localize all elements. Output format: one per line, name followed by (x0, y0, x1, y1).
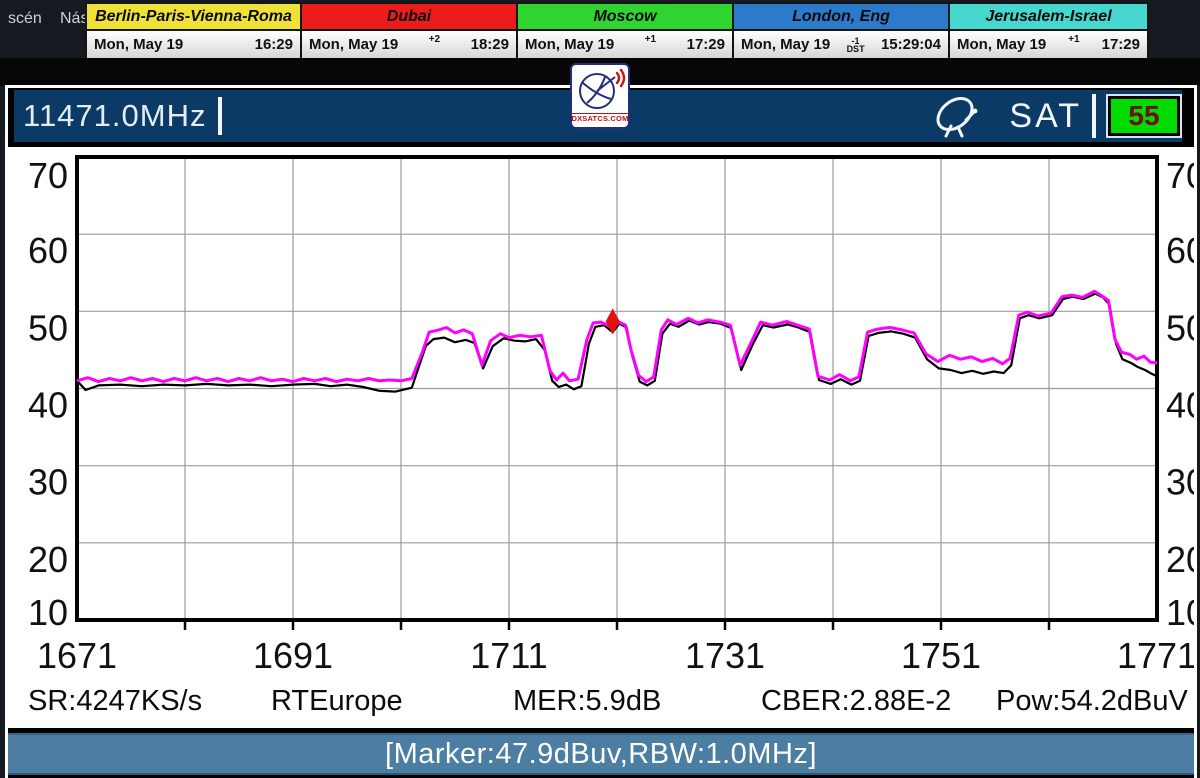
clock-date: Mon, May 19 (309, 36, 398, 53)
clock-offset: +1 (645, 34, 656, 45)
svg-text:1751: 1751 (901, 635, 981, 676)
clock-panel-berlin: Berlin-Paris-Vienna-Roma Mon, May 19 16:… (87, 4, 302, 58)
clock-dst-indicator: -1 DST (847, 37, 865, 53)
svg-text:70: 70 (28, 155, 68, 196)
clock-dst-label: DST (847, 45, 865, 53)
clock-time: 18:29 (471, 36, 509, 53)
svg-text:50: 50 (1166, 307, 1194, 348)
clock-time: 17:29 (1102, 36, 1140, 53)
svg-text:10: 10 (28, 592, 68, 633)
clock-date: Mon, May 19 (94, 36, 183, 53)
signal-strength-badge: 55 (1108, 96, 1180, 136)
clock-city-label: Moscow (518, 4, 732, 31)
spectrum-plot[interactable]: 7070606050504040303020201010167116911711… (8, 147, 1194, 728)
logo-text: DXSATCS.COM (571, 113, 628, 123)
spectrum-analyzer-screen: scén Nás Berlin-Paris-Vienna-Roma Mon, M… (0, 0, 1200, 778)
svg-text:40: 40 (1166, 385, 1194, 426)
svg-text:70: 70 (1166, 155, 1194, 196)
clock-time-row: Mon, May 19 +1 17:29 (518, 31, 732, 58)
status-cber: CBER:2.88E-2 (761, 685, 951, 718)
clock-city-label: Berlin-Paris-Vienna-Roma (87, 4, 300, 31)
svg-text:20: 20 (28, 539, 68, 580)
svg-text:1771: 1771 (1117, 635, 1194, 676)
clock-offset: +1 (1068, 34, 1079, 45)
marker-readout: [Marker:47.9dBuv,RBW:1.0MHz] (385, 738, 817, 771)
analyzer-panel: 11471.0MHz SAT 55 70 70 60 60 50 50 40 (5, 85, 1197, 778)
header-separator (1092, 94, 1096, 138)
clock-time: 16:29 (255, 36, 293, 53)
clock-time-row: Mon, May 19 16:29 (87, 31, 300, 58)
clock-date: Mon, May 19 (525, 36, 614, 53)
svg-text:60: 60 (28, 230, 68, 271)
svg-text:30: 30 (28, 462, 68, 503)
svg-text:1711: 1711 (470, 635, 547, 676)
satellite-dish-icon (931, 92, 987, 140)
clock-time: 15:29:04 (881, 36, 941, 53)
sat-label: SAT (1009, 97, 1082, 136)
svg-text:1691: 1691 (253, 635, 333, 676)
world-clock-strip: Berlin-Paris-Vienna-Roma Mon, May 19 16:… (85, 2, 1149, 60)
svg-text:10: 10 (1166, 592, 1194, 633)
dxsatcs-logo: DXSATCS.COM (570, 63, 630, 129)
status-power: Pow:54.2dBuV (996, 685, 1188, 718)
logo-dish-icon (573, 65, 627, 115)
clock-time-row: Mon, May 19 +1 17:29 (950, 31, 1147, 58)
svg-text:1731: 1731 (685, 635, 765, 676)
clock-panel-jerusalem: Jerusalem-Israel Mon, May 19 +1 17:29 (950, 4, 1147, 58)
clock-date: Mon, May 19 (741, 36, 830, 53)
text-cursor (218, 97, 222, 135)
svg-text:60: 60 (1166, 230, 1194, 271)
svg-text:50: 50 (28, 307, 68, 348)
clock-panel-moscow: Moscow Mon, May 19 +1 17:29 (518, 4, 734, 58)
clock-time-row: Mon, May 19 +2 18:29 (302, 31, 516, 58)
clock-city-label: Jerusalem-Israel (950, 4, 1147, 31)
status-network-name: RTEurope (271, 685, 403, 718)
svg-text:20: 20 (1166, 539, 1194, 580)
menu-item-scen[interactable]: scén (8, 10, 42, 28)
clock-time: 17:29 (687, 36, 725, 53)
svg-text:30: 30 (1166, 462, 1194, 503)
clock-offset: +2 (429, 34, 440, 45)
clock-city-label: Dubai (302, 4, 516, 31)
frequency-readout[interactable]: 11471.0MHz (23, 98, 206, 134)
status-mer: MER:5.9dB (513, 685, 661, 718)
clock-panel-london: London, Eng Mon, May 19 -1 DST 15:29:04 (734, 4, 950, 58)
svg-text:1671: 1671 (37, 635, 117, 676)
clock-city-label: London, Eng (734, 4, 948, 31)
svg-text:40: 40 (28, 385, 68, 426)
header-right-group: SAT 55 (931, 92, 1182, 140)
spectrum-chart[interactable]: 7070606050504040303020201010167116911711… (8, 147, 1194, 728)
clock-panel-dubai: Dubai Mon, May 19 +2 18:29 (302, 4, 518, 58)
status-symbol-rate: SR:4247KS/s (28, 685, 202, 718)
clock-date: Mon, May 19 (957, 36, 1046, 53)
clock-time-row: Mon, May 19 -1 DST 15:29:04 (734, 31, 948, 58)
marker-info-bar: [Marker:47.9dBuv,RBW:1.0MHz] (8, 733, 1194, 775)
